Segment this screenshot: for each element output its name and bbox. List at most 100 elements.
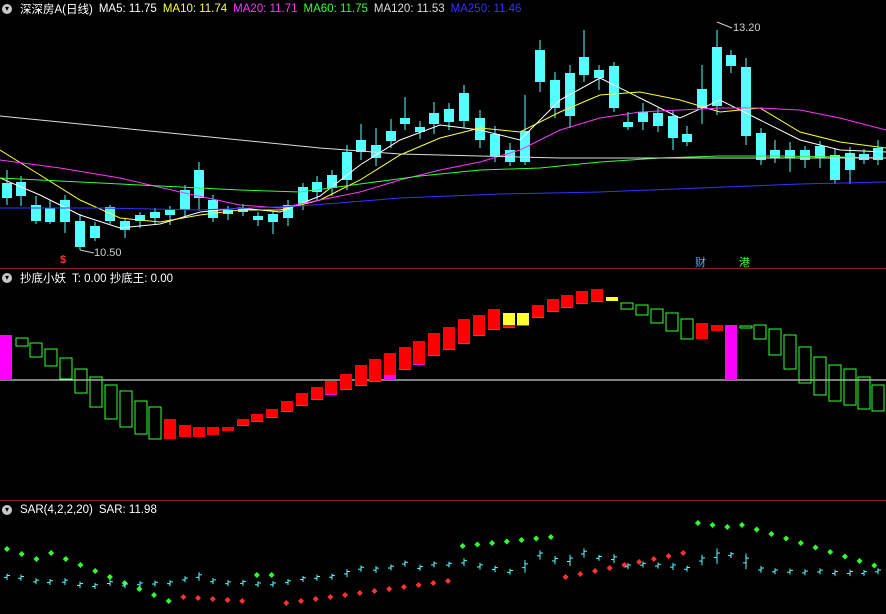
signal-bar-magenta (355, 385, 367, 386)
main-header: ▾ 深深房A(日线) MA5: 11.75 MA10: 11.74 MA20: 11… (0, 0, 521, 18)
candle-body-down (579, 57, 589, 75)
signal-bar-red (576, 291, 588, 303)
sar-dot (312, 596, 319, 602)
signal-bar-magenta (296, 405, 308, 406)
signal-bar-green (783, 334, 797, 370)
event-mark-s[interactable]: $ (60, 254, 66, 266)
sar-dot (665, 553, 672, 559)
settings-icon[interactable]: ▾ (2, 505, 12, 515)
signal-bar-green (29, 342, 43, 358)
sar-dot (503, 538, 510, 545)
signal-bar-magenta (561, 307, 573, 308)
chaodi-chart[interactable] (0, 269, 886, 501)
signal-bar-red (281, 401, 293, 411)
candle-body-down (653, 113, 663, 126)
low-pointer (79, 249, 95, 254)
signal-bar-red (488, 309, 500, 329)
signal-bar-red (711, 325, 723, 331)
signal-bar-red (591, 289, 603, 301)
candle-body-down (638, 112, 648, 122)
sar-dot (48, 550, 55, 556)
signal-bar-red (384, 353, 396, 375)
sar-dot (371, 588, 378, 594)
candle-body-down (342, 152, 352, 180)
candle-body-down (535, 50, 545, 82)
candle-body-down (31, 205, 41, 221)
candle-body-down (726, 55, 736, 66)
signal-bar-green (871, 384, 885, 412)
sar-dot (209, 596, 216, 602)
signal-bar-red (266, 409, 278, 417)
candle-body-down (90, 226, 100, 238)
signal-bar-green (828, 364, 842, 402)
candle-body-down (268, 214, 278, 222)
signal-bar-magenta (281, 411, 293, 412)
signal-bar-green (104, 384, 118, 420)
signal-bar-red (473, 315, 485, 335)
sar-dot (739, 522, 745, 528)
high-price-label: 13.20 (733, 22, 761, 34)
signal-bar-red (428, 333, 440, 355)
signal-bar-red (207, 427, 219, 435)
settings-icon[interactable]: ▾ (2, 273, 12, 283)
ind2-values: SAR: 11.98 (98, 504, 157, 516)
sar-dot (445, 578, 451, 584)
settings-icon[interactable]: ▾ (2, 4, 12, 14)
sar-dot (547, 534, 554, 540)
ind1-title: 抄底小妖 (20, 273, 66, 285)
sar-dot (827, 549, 834, 555)
ind2-header: ▾ SAR(4,2,2,20) SAR: 11.98 (0, 501, 157, 519)
candle-body-down (830, 155, 840, 180)
chaodi-indicator-panel[interactable]: ▾ 抄底小妖 T: 0.00 抄底王: 0.00 (0, 269, 886, 501)
sar-dot (327, 594, 334, 600)
sar-dot (680, 550, 687, 556)
signal-bar-magenta (517, 325, 529, 326)
candle-body-down (150, 212, 160, 218)
candle-body-down (253, 216, 263, 220)
sar-dot (592, 568, 598, 574)
sar-dot (636, 559, 643, 565)
sar-dot (92, 568, 99, 574)
sar-dot (812, 544, 819, 551)
candle-body-down (75, 221, 85, 247)
signal-bar-magenta (311, 399, 323, 400)
ma-legend-item: MA250: 11.46 (450, 3, 522, 15)
candle-body-down (623, 122, 633, 127)
ma-legend-item: MA60: 11.75 (303, 3, 368, 15)
signal-bar-red (296, 393, 308, 405)
sar-dot (709, 522, 716, 528)
sar-dot (283, 600, 290, 606)
signal-bar-green (813, 356, 827, 396)
ma-legend-item: MA10: 11.74 (162, 3, 228, 15)
signal-bar-magenta (443, 349, 455, 350)
signal-bar-yellow (517, 313, 529, 325)
sar-dot (474, 541, 481, 548)
signal-bar-magenta (340, 389, 352, 390)
signal-bar-magenta (473, 335, 485, 336)
signal-bar-green (119, 390, 133, 428)
sar-dot (253, 572, 260, 578)
main-kline-panel[interactable]: ▾ 深深房A(日线) MA5: 11.75 MA10: 11.74 MA20: 11… (0, 0, 886, 272)
candle-body-down (386, 131, 396, 141)
candle-body-down (550, 80, 560, 108)
sar-indicator-panel[interactable]: ▾ SAR(4,2,2,20) SAR: 11.98 (0, 501, 886, 614)
sar-dot (268, 572, 275, 578)
candle-body-down (459, 93, 469, 121)
signal-bar-red (413, 341, 425, 364)
signal-bar-magenta (428, 355, 440, 356)
sar-dot (4, 546, 10, 552)
signal-bar-green (665, 312, 679, 332)
candle-body-down (400, 118, 410, 124)
candle-body-down (770, 150, 780, 158)
signal-bar-red (532, 305, 544, 317)
kline-chart[interactable] (0, 0, 886, 272)
sar-dot (459, 543, 466, 549)
signal-bar-red (164, 419, 176, 439)
signal-bar-magenta (458, 343, 470, 344)
signal-bar-red (179, 425, 191, 437)
sar-dot (77, 562, 84, 568)
signal-bar-red (193, 427, 205, 437)
signal-bar-green (650, 308, 664, 324)
sar-dot (400, 584, 407, 590)
sar-dot (224, 597, 231, 603)
